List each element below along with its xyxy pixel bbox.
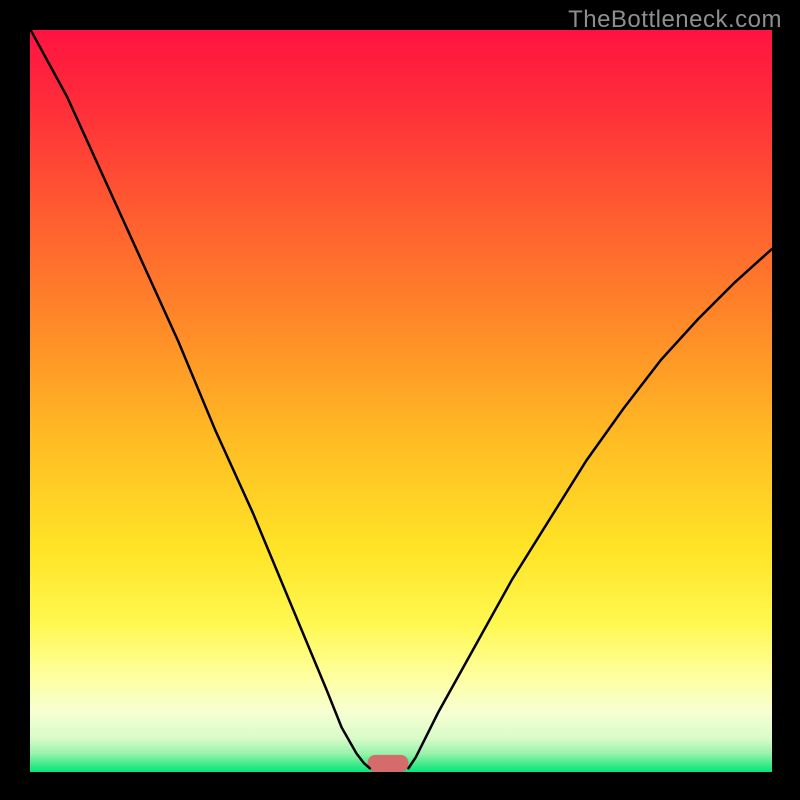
chart-frame: TheBottleneck.com: [0, 0, 800, 800]
gradient-background: [30, 30, 772, 772]
plot-area: [30, 30, 772, 772]
watermark-text: TheBottleneck.com: [568, 6, 782, 34]
trough-marker: [368, 755, 409, 772]
